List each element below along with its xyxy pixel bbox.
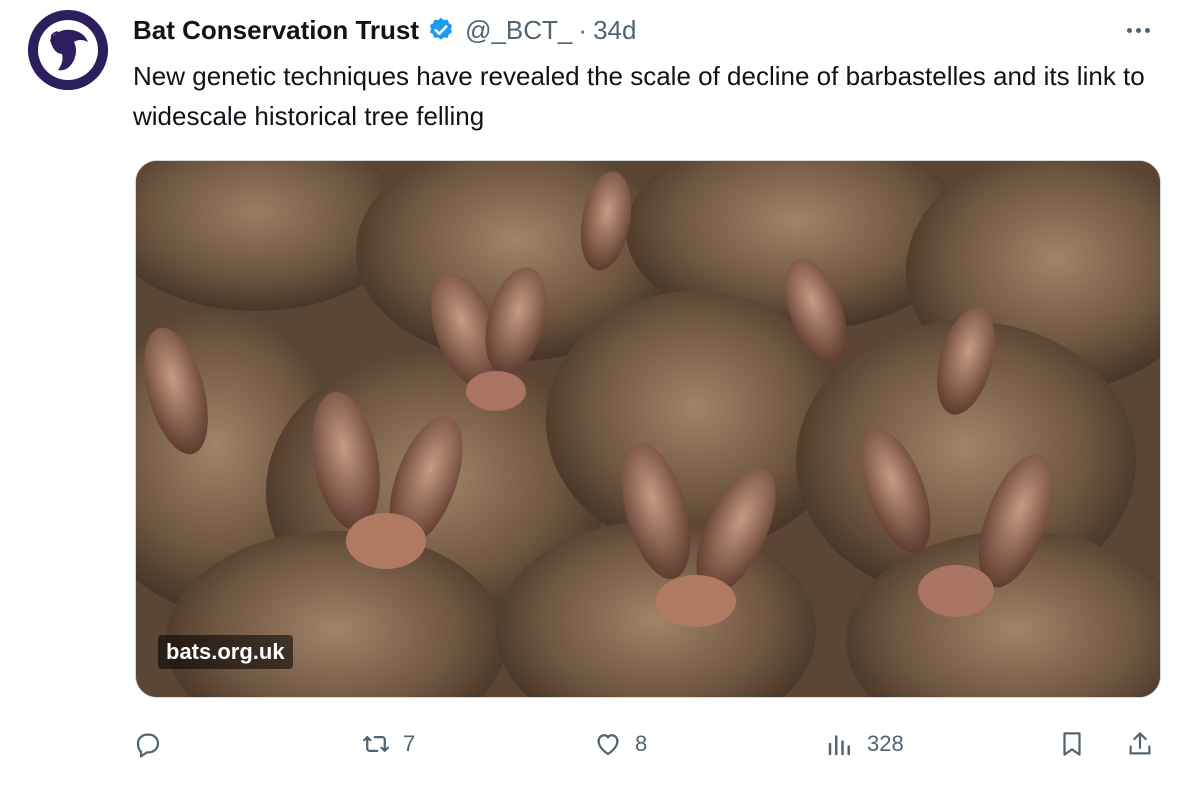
retweet-count: 7 — [403, 731, 416, 756]
like-count: 8 — [635, 731, 648, 756]
share-icon — [1129, 732, 1151, 755]
reply-button[interactable] — [133, 724, 163, 764]
media-credit: bats.org.uk — [158, 635, 293, 669]
tweet-text: New genetic techniques have revealed the… — [133, 61, 1145, 131]
retweet-icon — [363, 736, 389, 752]
views-count: 328 — [867, 731, 904, 756]
verified-badge-icon — [427, 16, 455, 44]
views-button[interactable]: 328 — [825, 724, 904, 764]
like-icon — [597, 734, 619, 756]
timestamp[interactable]: 34d — [593, 15, 636, 46]
tweet-media-image[interactable]: bats.org.uk — [135, 160, 1161, 698]
bct-logo-icon — [28, 10, 108, 90]
account-handle[interactable]: @_BCT_ — [465, 15, 572, 46]
views-icon — [828, 735, 850, 756]
tweet-header: Bat Conservation Trust @_BCT_ · 34d — [133, 12, 636, 48]
bookmark-icon — [1063, 732, 1081, 756]
action-bar: 7 8 328 — [133, 724, 1163, 764]
bookmark-button[interactable] — [1057, 724, 1087, 764]
like-button[interactable]: 8 — [593, 724, 647, 764]
share-button[interactable] — [1125, 724, 1155, 764]
more-icon[interactable] — [1118, 16, 1158, 44]
bats-photo — [136, 161, 1160, 697]
avatar[interactable] — [28, 10, 108, 90]
retweet-button[interactable]: 7 — [361, 724, 415, 764]
reply-icon — [136, 733, 160, 758]
tweet[interactable]: Bat Conservation Trust @_BCT_ · 34d New … — [0, 0, 1200, 792]
separator-dot: · — [578, 14, 588, 45]
account-name[interactable]: Bat Conservation Trust — [133, 15, 419, 46]
